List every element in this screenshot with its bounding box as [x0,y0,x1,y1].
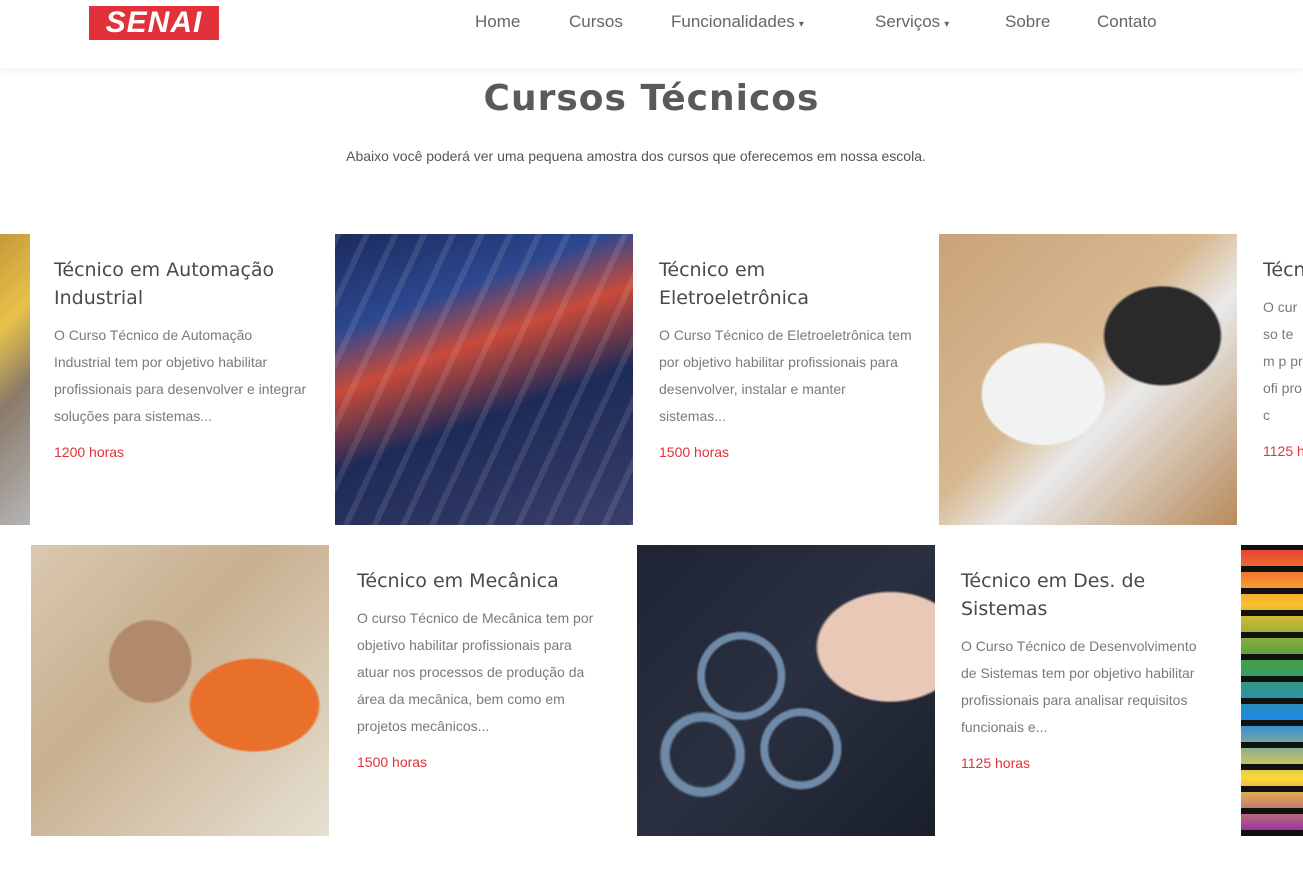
course-description: O Curso Técnico de Automação Industrial … [54,327,307,424]
chevron-down-icon: ▾ [798,19,804,30]
industrial-automation-image[interactable] [0,234,30,525]
course-hours: 1200 horas [54,444,125,460]
course-title[interactable]: Técnico em Automação Industrial [54,256,309,312]
nav-contato[interactable]: Contato [1097,12,1157,32]
course-hours: 1125 h [1263,443,1303,459]
course-title[interactable]: Técnico em Eletroeletrônica [659,256,914,312]
code-screen-image[interactable] [1241,545,1303,836]
course-description: O Curso Técnico de Desenvolvimento de Si… [961,638,1197,735]
course-title[interactable]: Técnico em Des. de Sistemas [961,567,1201,623]
nav-cursos[interactable]: Cursos [569,12,623,32]
course-hours: 1500 horas [357,754,428,770]
course-card-partial[interactable]: Técnico em O curso tem p profi proc 1125… [1263,256,1303,459]
course-title[interactable]: Técnico em [1263,256,1303,284]
course-description: O curso Técnico de Mecânica tem por obje… [357,610,594,734]
nav-sobre[interactable]: Sobre [1005,12,1050,32]
course-hours: 1500 horas [659,444,730,460]
senai-logo[interactable]: SENAI [89,6,219,40]
chevron-down-icon: ▾ [944,19,950,30]
course-card-sistemas[interactable]: Técnico em Des. de Sistemas O Curso Técn… [961,567,1201,771]
nav-home[interactable]: Home [475,12,520,32]
course-description: O curso tem p profi proc [1263,299,1303,423]
course-card-mecanica[interactable]: Técnico em Mecânica O curso Técnico de M… [357,567,607,770]
mechanic-worker-image[interactable] [31,545,329,836]
course-description: O Curso Técnico de Eletroeletrônica tem … [659,327,912,424]
gears-drawing-image[interactable] [637,545,935,836]
navbar: SENAI Home Cursos Funcionalidades ▾ Servi… [0,0,1303,68]
course-hours: 1125 horas [961,755,1031,771]
course-card-automacao[interactable]: Técnico em Automação Industrial O Curso … [54,256,309,460]
page-title: Cursos Técnicos [483,78,820,119]
electrical-panel-image[interactable] [335,234,633,525]
course-title[interactable]: Técnico em Mecânica [357,567,607,595]
logo-text: SENAI [105,6,203,39]
course-card-eletroeletronica[interactable]: Técnico em Eletroeletrônica O Curso Técn… [659,256,914,460]
section-subtitle: Abaixo você poderá ver uma pequena amost… [346,148,926,164]
nav-funcionalidades[interactable]: Funcionalidades ▾ [671,12,804,32]
nav-servicos[interactable]: Serviços ▾ [875,12,949,32]
office-desk-image[interactable] [939,234,1237,525]
